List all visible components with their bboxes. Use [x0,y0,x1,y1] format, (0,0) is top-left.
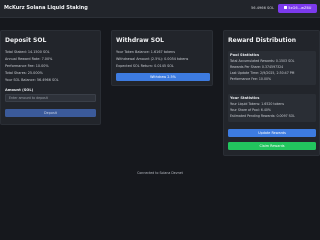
withdraw-card: Withdraw SOL Your Token Balance: 1.6167 … [111,30,213,86]
pool-statistics-title: Pool Statistics [230,53,260,57]
your-statistics: Your Statistics Your Liquid Tokens: 1.65… [228,94,316,122]
amount-label: Amount (SOL) [5,88,34,92]
reward-title: Reward Distribution [228,37,297,44]
deposit-button[interactable]: Deposit [5,109,96,117]
deposit-stat: Total Staked: 14.1500 SOL [5,50,50,54]
deposit-stat: Annual Reward Rate: 7.00% [5,57,53,61]
reward-card: Reward Distribution Pool Statistics Tota… [223,30,320,156]
withdraw-stat: Expected SOL Return: 0.0145 SOL [116,64,174,68]
deposit-title: Deposit SOL [5,37,47,44]
deposit-stat: Your SOL Balance: 56.4966 SOL [5,78,59,82]
pool-stat: Total Accumulated Rewards: 0.1503 SOL [230,59,295,63]
wallet-icon [283,6,287,10]
app-title: McKurz Solana Liquid Staking [4,5,88,11]
your-stat: Estimated Pending Rewards: 0.0097 SOL [230,114,295,118]
withdraw-title: Withdraw SOL [116,37,164,44]
withdraw-button[interactable]: Withdraw 2.5% [116,73,210,81]
withdraw-stat: Your Token Balance: 1.6167 tokens [116,50,175,54]
wallet-address: 5xG6...wZ6U [288,6,312,10]
update-rewards-button[interactable]: Update Rewards [228,129,316,137]
sol-balance: 56.4966 SOL [251,6,275,10]
network-status: Connected to Solana Devnet [137,171,183,175]
pool-stat: Rewards Per Share: 0.374597324 [230,65,284,69]
deposit-stat: Performance Fee: 10.00% [5,64,49,68]
pool-statistics: Pool Statistics Total Accumulated Reward… [228,51,316,85]
pool-stat: Last Update Time: 2/9/2025, 2:30:47 PM [230,71,295,75]
deposit-card: Deposit SOL Total Staked: 14.1500 SOL An… [0,30,101,125]
your-stat: Your Liquid Tokens: 1.6520 tokens [230,102,284,106]
app-header: McKurz Solana Liquid Staking 56.4966 SOL… [0,0,320,18]
your-stat: Your Share of Pool: 6.40% [230,108,271,112]
your-statistics-title: Your Statistics [230,96,260,100]
withdraw-stat: Withdrawal Amount (2.5%): 0.0054 tokens [116,57,189,61]
deposit-stat: Total Shares: 25.000% [5,71,43,75]
deposit-amount-input[interactable]: Enter amount to deposit [5,94,96,102]
claim-rewards-button[interactable]: Claim Rewards [228,142,316,150]
pool-stat: Performance Fee: 10.00% [230,77,272,81]
wallet-button[interactable]: 5xG6...wZ6U [278,4,317,13]
